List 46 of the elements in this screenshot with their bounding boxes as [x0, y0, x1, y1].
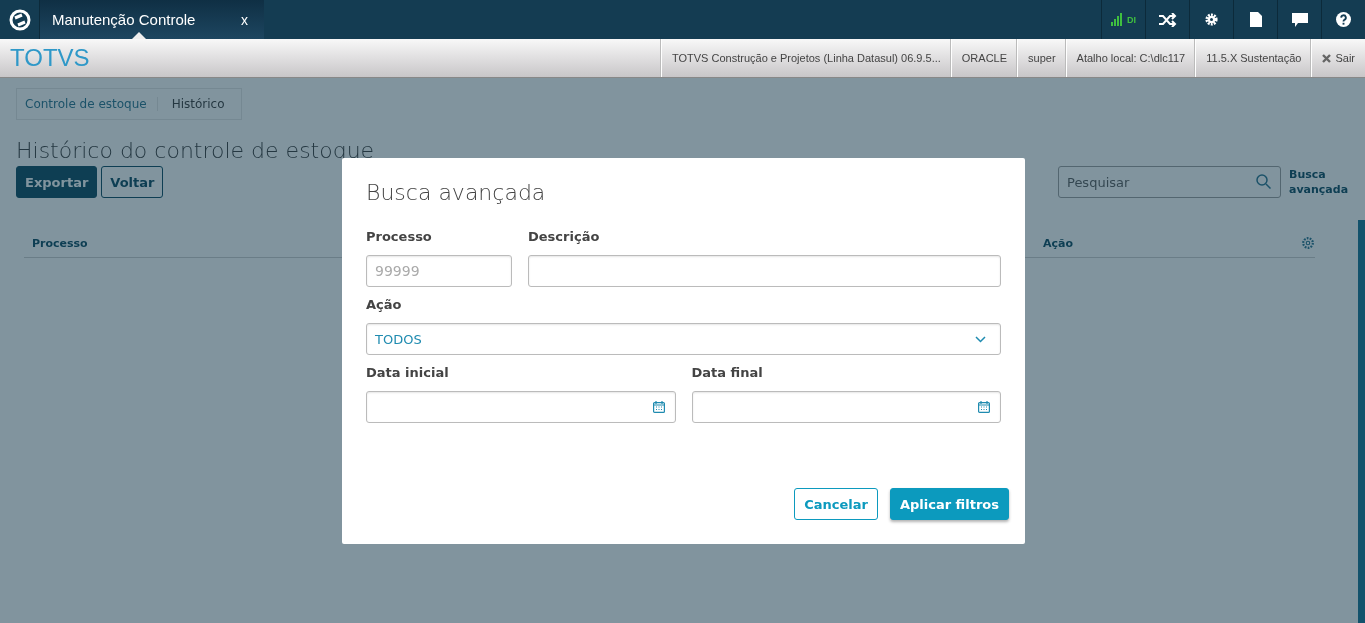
column-header[interactable]: Ação — [1035, 236, 1301, 250]
header-info: 11.5.X Sustentação — [1195, 39, 1312, 77]
date-field[interactable] — [691, 391, 1001, 423]
breadcrumb-item: Histórico — [171, 97, 226, 111]
help-icon[interactable] — [1336, 12, 1351, 27]
breadcrumb-item[interactable]: Controle de estoque — [25, 97, 158, 111]
tab[interactable]: Manutenção Controle x — [40, 0, 264, 39]
header-info: ORACLE — [950, 39, 1018, 77]
header-info: super — [1017, 39, 1066, 77]
field-label: Ação — [366, 297, 403, 313]
input-field[interactable] — [528, 255, 1001, 287]
signal-icon — [1111, 13, 1124, 26]
date-field[interactable] — [366, 391, 676, 423]
header-info: Atalho local: C:\dlc117 — [1065, 39, 1196, 77]
advanced-search-link[interactable]: Busca avançada — [1289, 167, 1349, 197]
search-field[interactable]: Pesquisar — [1058, 166, 1281, 198]
dialog-button[interactable]: Aplicar filtros — [889, 488, 1009, 520]
document-icon[interactable] — [1249, 12, 1262, 27]
shuffle-icon[interactable] — [1158, 12, 1177, 27]
close-icon — [1322, 53, 1332, 63]
modal-title: Busca avançada — [366, 180, 547, 205]
field-label: Processo — [366, 229, 433, 245]
header-info: TOTVS Construção e Projetos (Linha Datasul) 06.9.5... — [661, 39, 951, 77]
app-logo-icon[interactable] — [8, 8, 31, 31]
page-button[interactable]: Voltar — [101, 166, 164, 198]
scrollbar[interactable] — [1358, 220, 1365, 623]
dropdown-field[interactable]: TODOS — [366, 323, 1001, 355]
input-field[interactable]: 99999 — [366, 255, 512, 287]
close-tab-button[interactable]: x — [237, 11, 252, 28]
page-title: Histórico do controle de estoque — [16, 138, 376, 163]
logout-button[interactable]: Sair — [1311, 39, 1365, 77]
tab-pointer-icon — [132, 32, 146, 39]
page-button[interactable]: Exportar — [16, 166, 98, 198]
brand-logo: TOTVS — [9, 44, 90, 72]
dialog-button[interactable]: Cancelar — [794, 488, 878, 520]
chevron-down-icon — [975, 335, 986, 343]
field-label: Data inicial — [366, 365, 450, 381]
calendar-icon — [978, 401, 990, 413]
connection-status: DI — [1127, 14, 1136, 25]
column-header[interactable]: Processo — [24, 236, 88, 250]
field-label: Data final — [691, 365, 764, 381]
calendar-icon — [652, 401, 665, 413]
field-label: Descrição — [528, 229, 601, 245]
tab-title: Manutenção Controle — [52, 11, 196, 28]
chat-icon[interactable] — [1291, 12, 1308, 27]
search-icon — [1256, 174, 1271, 189]
